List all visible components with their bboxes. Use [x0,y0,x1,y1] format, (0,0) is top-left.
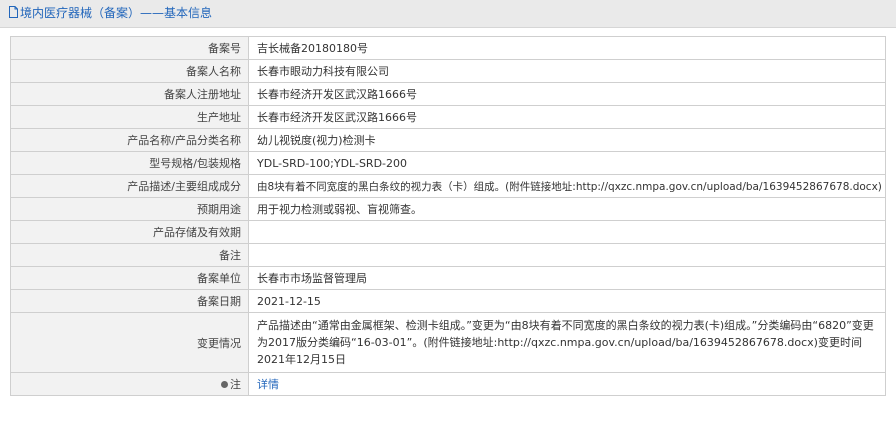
field-value: 2021-12-15 [248,289,886,313]
field-label: 生产地址 [10,105,249,129]
field-value: 吉长械备20180180号 [248,36,886,60]
table-row-note: 注 详情 [10,372,886,396]
field-label: 变更情况 [10,312,249,373]
field-value: 由8块有着不同宽度的黑白条纹的视力表（卡）组成。(附件链接地址:http://q… [248,174,886,198]
field-value [248,220,886,244]
document-icon [9,6,18,18]
table-row: 备注 [10,243,886,267]
field-label: 产品描述/主要组成成分 [10,174,249,198]
table-row: 备案号 吉长械备20180180号 [10,36,886,60]
field-label: 产品存储及有效期 [10,220,249,244]
table-row: 预期用途 用于视力检测或弱视、盲视筛查。 [10,197,886,221]
field-value: 幼儿视锐度(视力)检测卡 [248,128,886,152]
table-row: 产品描述/主要组成成分 由8块有着不同宽度的黑白条纹的视力表（卡）组成。(附件链接… [10,174,886,198]
table-row: 产品存储及有效期 [10,220,886,244]
note-label: 注 [230,378,241,391]
field-label: 备案人名称 [10,59,249,83]
table-row: 备案人名称 长春市眼动力科技有限公司 [10,59,886,83]
table-row: 备案单位 长春市市场监督管理局 [10,266,886,290]
field-label: 产品名称/产品分类名称 [10,128,249,152]
field-value: 长春市经济开发区武汉路1666号 [248,105,886,129]
field-label: 型号规格/包装规格 [10,151,249,175]
field-label: 预期用途 [10,197,249,221]
table-row: 型号规格/包装规格 YDL-SRD-100;YDL-SRD-200 [10,151,886,175]
location-pin-icon [221,380,228,388]
field-value: 长春市眼动力科技有限公司 [248,59,886,83]
field-value: 长春市市场监督管理局 [248,266,886,290]
field-label: 备注 [10,243,249,267]
field-value [248,243,886,267]
field-label: 备案单位 [10,266,249,290]
field-value: 产品描述由“通常由金属框架、检测卡组成。”变更为“由8块有着不同宽度的黑白条纹的… [248,312,886,373]
table-row: 备案日期 2021-12-15 [10,289,886,313]
info-table: 备案号 吉长械备20180180号 备案人名称 长春市眼动力科技有限公司 备案人注册… [10,36,886,396]
table-row: 生产地址 长春市经济开发区武汉路1666号 [10,105,886,129]
table-row: 产品名称/产品分类名称 幼儿视锐度(视力)检测卡 [10,128,886,152]
note-label-cell: 注 [10,372,249,396]
field-label: 备案日期 [10,289,249,313]
page-title: 境内医疗器械（备案）——基本信息 [20,6,213,20]
field-label: 备案号 [10,36,249,60]
page-header: 境内医疗器械（备案）——基本信息 [0,0,896,28]
field-value: 用于视力检测或弱视、盲视筛查。 [248,197,886,221]
field-label: 备案人注册地址 [10,82,249,106]
table-row: 备案人注册地址 长春市经济开发区武汉路1666号 [10,82,886,106]
table-row: 变更情况 产品描述由“通常由金属框架、检测卡组成。”变更为“由8块有着不同宽度的黑… [10,312,886,373]
note-value-cell: 详情 [248,372,886,396]
detail-link[interactable]: 详情 [257,378,279,391]
field-value: 长春市经济开发区武汉路1666号 [248,82,886,106]
field-value: YDL-SRD-100;YDL-SRD-200 [248,151,886,175]
